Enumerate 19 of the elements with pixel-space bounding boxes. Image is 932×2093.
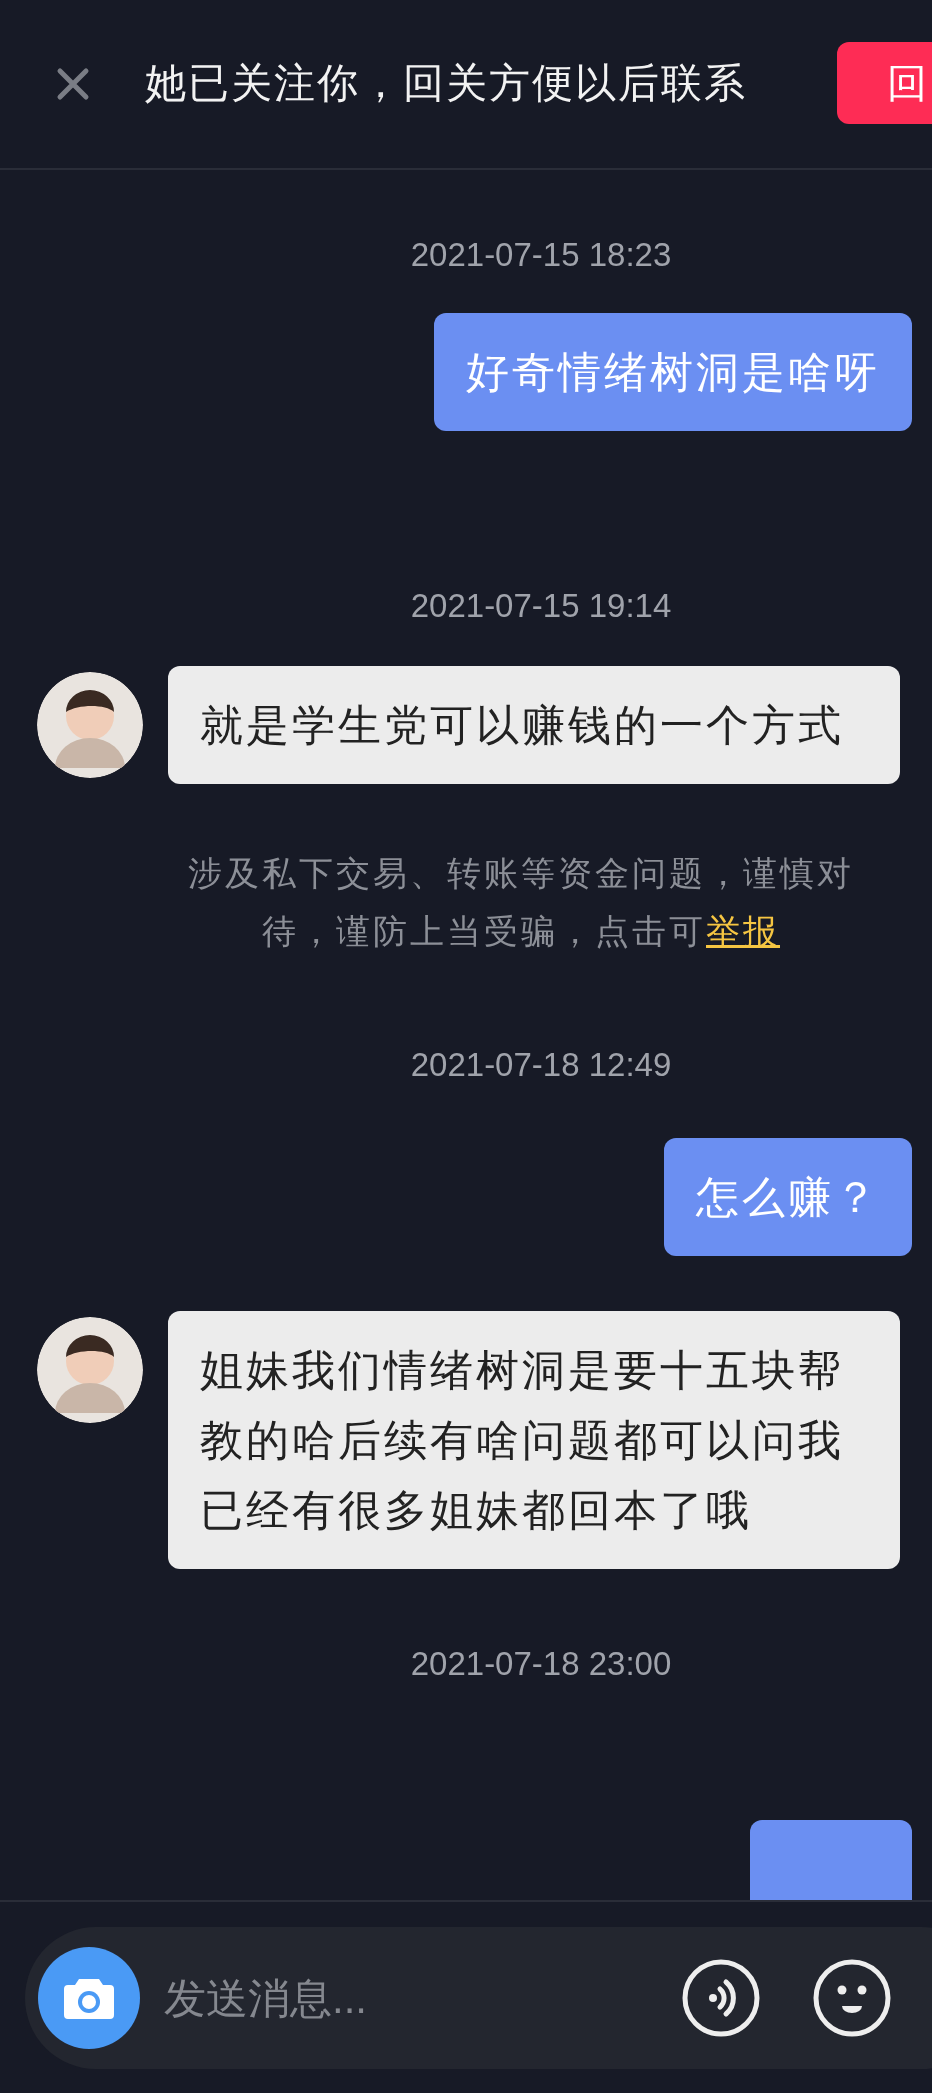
avatar[interactable]: [37, 1316, 143, 1423]
timestamp: 2021-07-15 19:14: [410, 585, 672, 626]
message-bubble: 姐妹我们情绪树洞是要十五块帮教的哈后续有啥问题都可以问我已经有很多姐妹都回本了哦: [168, 1310, 900, 1569]
avatar[interactable]: [37, 672, 143, 778]
emoji-button[interactable]: [813, 1959, 891, 2037]
report-link[interactable]: 举报: [706, 912, 780, 950]
timestamp: 2021-07-18 23:00: [410, 1643, 672, 1684]
emoji-icon: [813, 1959, 891, 2037]
message-bubble: 怎么赚？: [664, 1137, 912, 1256]
warning-notice: 涉及私下交易、转账等资金问题，谨慎对待，谨防上当受骗，点击可举报: [187, 853, 855, 952]
voice-icon: [682, 1959, 760, 2037]
message-bubble: 就是学生党可以赚钱的一个方式: [168, 666, 900, 784]
follow-back-button[interactable]: 回: [837, 42, 932, 124]
timestamp: 2021-07-18 12:49: [410, 1045, 672, 1085]
timestamp: 2021-07-15 18:23: [410, 235, 672, 275]
message-bubble: 好奇情绪树洞是啥呀: [434, 312, 912, 431]
follow-prompt: 她已关注你，回关方便以后联系: [145, 59, 747, 109]
close-icon[interactable]: [56, 67, 90, 101]
voice-button[interactable]: [682, 1959, 760, 2037]
